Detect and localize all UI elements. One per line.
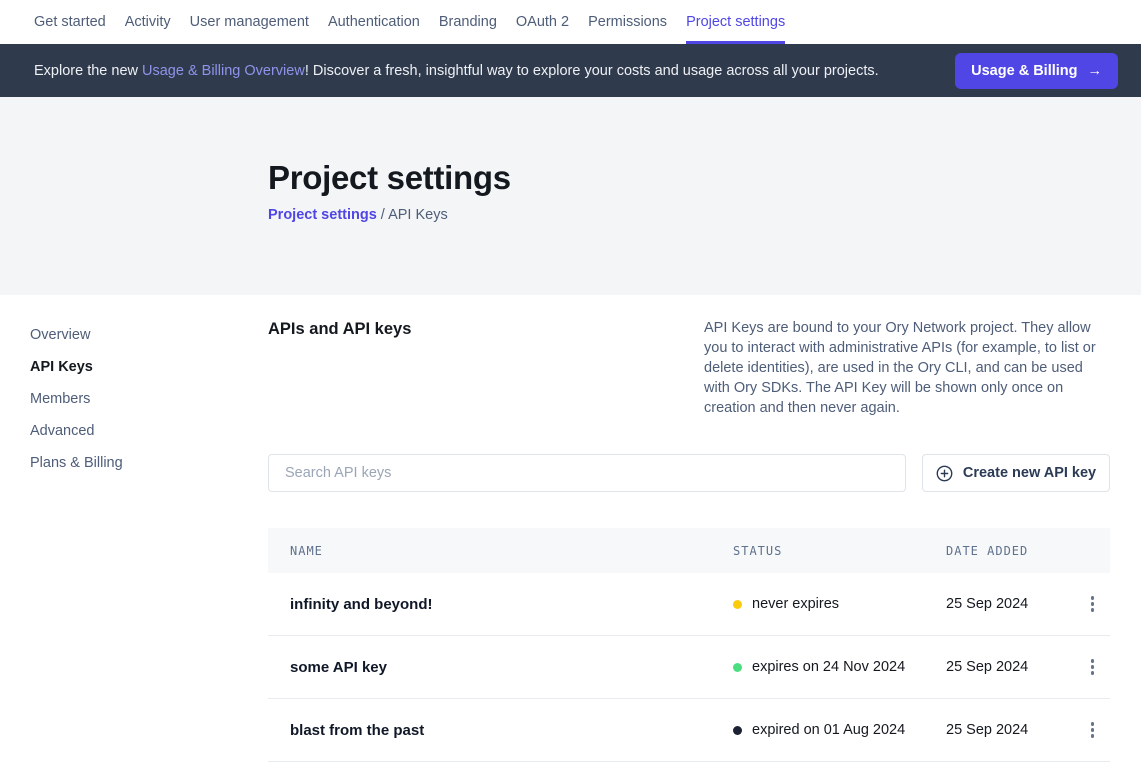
sidebar-item-advanced[interactable]: Advanced	[30, 415, 268, 447]
nav-tab-permissions[interactable]: Permissions	[588, 0, 667, 44]
table-actions: Create new API key	[268, 454, 1110, 492]
status-dot-icon	[733, 663, 742, 672]
nav-tab-activity[interactable]: Activity	[125, 0, 171, 44]
settings-sidebar: Overview API Keys Members Advanced Plans…	[0, 295, 268, 783]
section-description: API Keys are bound to your Ory Network p…	[704, 318, 1110, 418]
table-header-row: NAME STATUS DATE ADDED	[268, 528, 1110, 573]
page-header: Project settings Project settings / API …	[0, 97, 1141, 295]
api-key-status: expires on 24 Nov 2024	[733, 659, 946, 675]
api-key-date-added: 25 Sep 2024	[946, 722, 1075, 738]
usage-billing-banner: Explore the new Usage & Billing Overview…	[0, 44, 1141, 97]
breadcrumb-project-settings-link[interactable]: Project settings	[268, 207, 377, 223]
page-title: Project settings	[268, 159, 1141, 197]
usage-billing-button[interactable]: Usage & Billing →	[955, 53, 1118, 89]
status-label: expired on 01 Aug 2024	[752, 722, 905, 738]
section-header: APIs and API keys API Keys are bound to …	[268, 318, 1110, 418]
section-title: APIs and API keys	[268, 318, 411, 339]
row-actions	[1075, 653, 1110, 681]
usage-billing-button-label: Usage & Billing	[971, 63, 1077, 79]
column-header-name: NAME	[268, 544, 733, 558]
api-key-date-added: 25 Sep 2024	[946, 659, 1075, 675]
sidebar-item-members[interactable]: Members	[30, 383, 268, 415]
table-row: some API key expires on 24 Nov 2024 25 S…	[268, 636, 1110, 699]
table-row: blast from the past expired on 01 Aug 20…	[268, 699, 1110, 762]
breadcrumb-current: API Keys	[388, 207, 448, 223]
row-actions	[1075, 590, 1110, 618]
create-api-key-label: Create new API key	[963, 465, 1096, 481]
nav-tab-get-started[interactable]: Get started	[34, 0, 106, 44]
banner-text-after: ! Discover a fresh, insightful way to ex…	[305, 63, 879, 79]
top-navigation: Get started Activity User management Aut…	[0, 0, 1141, 44]
api-key-name: some API key	[268, 659, 733, 676]
api-key-name: infinity and beyond!	[268, 596, 733, 613]
usage-billing-overview-link[interactable]: Usage & Billing Overview	[142, 63, 305, 79]
sidebar-item-overview[interactable]: Overview	[30, 319, 268, 351]
row-actions	[1075, 716, 1110, 744]
api-keys-panel: APIs and API keys API Keys are bound to …	[268, 295, 1110, 783]
status-label: never expires	[752, 596, 839, 612]
banner-message: Explore the new Usage & Billing Overview…	[34, 63, 955, 79]
arrow-right-icon: →	[1088, 63, 1103, 79]
nav-tab-oauth2[interactable]: OAuth 2	[516, 0, 569, 44]
nav-tab-user-management[interactable]: User management	[190, 0, 309, 44]
content-area: Overview API Keys Members Advanced Plans…	[0, 295, 1141, 783]
breadcrumb-separator: /	[377, 207, 388, 223]
breadcrumb: Project settings / API Keys	[268, 207, 1141, 223]
banner-text-before: Explore the new	[34, 63, 142, 79]
column-header-date-added: DATE ADDED	[946, 544, 1075, 558]
search-input[interactable]	[268, 454, 906, 492]
api-key-status: never expires	[733, 596, 946, 612]
api-key-name: blast from the past	[268, 722, 733, 739]
row-menu-kebab-icon[interactable]	[1085, 590, 1101, 618]
row-menu-kebab-icon[interactable]	[1085, 653, 1101, 681]
create-api-key-button[interactable]: Create new API key	[922, 454, 1110, 492]
nav-tab-branding[interactable]: Branding	[439, 0, 497, 44]
sidebar-item-plans-billing[interactable]: Plans & Billing	[30, 447, 268, 479]
status-dot-icon	[733, 726, 742, 735]
api-key-status: expired on 01 Aug 2024	[733, 722, 946, 738]
plus-circle-icon	[936, 465, 953, 482]
api-key-date-added: 25 Sep 2024	[946, 596, 1075, 612]
row-menu-kebab-icon[interactable]	[1085, 716, 1101, 744]
column-header-status: STATUS	[733, 544, 946, 558]
nav-tab-project-settings[interactable]: Project settings	[686, 0, 785, 44]
status-dot-icon	[733, 600, 742, 609]
status-label: expires on 24 Nov 2024	[752, 659, 905, 675]
nav-tab-authentication[interactable]: Authentication	[328, 0, 420, 44]
api-keys-table: NAME STATUS DATE ADDED infinity and beyo…	[268, 528, 1110, 762]
sidebar-item-api-keys[interactable]: API Keys	[30, 351, 268, 383]
table-row: infinity and beyond! never expires 25 Se…	[268, 573, 1110, 636]
